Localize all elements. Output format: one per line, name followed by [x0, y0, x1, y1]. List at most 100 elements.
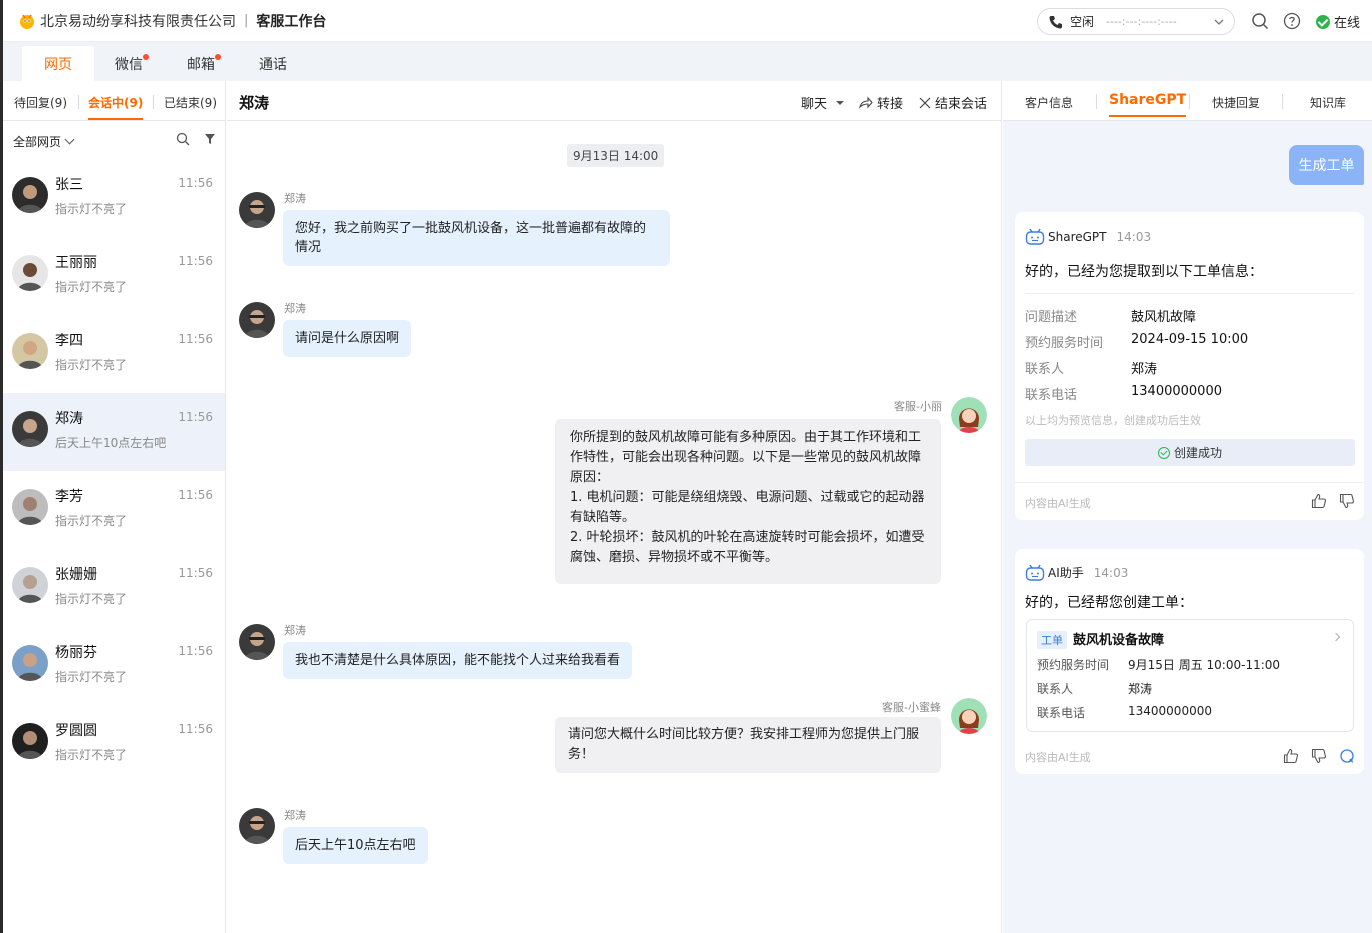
contact-name: 罗圆圆	[55, 723, 97, 739]
contact-name: 李芳	[55, 489, 83, 505]
field-label: 问题描述	[1025, 310, 1078, 325]
bot-name: ShareGPT	[1048, 229, 1107, 244]
tab-web-label: 网页	[44, 56, 72, 73]
tab-pending[interactable]: 待回复(9)	[14, 94, 67, 111]
card-header: AI助手 14:03	[1025, 564, 1128, 581]
tab-quick-reply[interactable]: 快捷回复	[1212, 94, 1260, 111]
contact-item[interactable]: 李芳 11:56 指示灯不亮了	[3, 471, 225, 549]
contact-item[interactable]: 李四 11:56 指示灯不亮了	[3, 315, 225, 393]
online-status[interactable]: 在线	[1316, 12, 1360, 31]
generate-ticket-button[interactable]: 生成工单	[1289, 145, 1364, 185]
contact-item[interactable]: 王丽丽 11:56 指示灯不亮了	[3, 237, 225, 315]
tab-wechat-label: 微信	[115, 56, 143, 73]
divider	[78, 95, 79, 109]
avatar	[12, 489, 48, 525]
avatar	[12, 177, 48, 213]
divider	[1096, 94, 1097, 109]
avatar[interactable]	[239, 192, 275, 228]
company-name: 北京易动纷享科技有限责任公司	[40, 13, 236, 30]
session-status-tabs: 待回复(9) 会话中(9) 已结束(9)	[3, 81, 225, 121]
caret-down-icon	[836, 100, 845, 105]
thumbs-down-icon[interactable]	[1311, 748, 1327, 764]
avatar	[12, 411, 48, 447]
avatar	[12, 333, 48, 369]
field-value: 2024-09-15 10:00	[1131, 332, 1249, 347]
chat-mode-dropdown[interactable]: 聊天	[801, 93, 849, 112]
end-session-button[interactable]: 结束会话	[919, 93, 987, 112]
regenerate-icon[interactable]	[1339, 748, 1355, 764]
field-label: 联系人	[1025, 362, 1065, 377]
tab-ended[interactable]: 已结束(9)	[164, 94, 217, 111]
tab-web[interactable]: 网页	[22, 46, 94, 81]
card-lead-text: 好的，已经帮您创建工单：	[1025, 595, 1193, 611]
bot-name: AI助手	[1048, 566, 1084, 580]
tab-wechat[interactable]: 微信	[93, 46, 165, 81]
contact-name: 李四	[55, 333, 83, 349]
top-bar: 北京易动纷享科技有限责任公司 | 客服工作台 空闲 ----:---:----:…	[3, 0, 1372, 42]
thumbs-up-icon[interactable]	[1283, 748, 1299, 764]
field-label: 联系电话	[1037, 706, 1086, 720]
field-value: 13400000000	[1131, 384, 1222, 399]
phone-icon	[1049, 15, 1062, 28]
contact-list: 张三 11:56 指示灯不亮了 王丽丽 11:56 指示灯不亮了 李四 11:56 指示灯不亮了…	[3, 159, 225, 783]
robot-icon	[1025, 228, 1045, 245]
contact-item[interactable]: 张三 11:56 指示灯不亮了	[3, 159, 225, 237]
transfer-icon	[859, 96, 873, 109]
app-title: 客服工作台	[256, 13, 327, 30]
ticket-card[interactable]: 工单 鼓风机设备故障 预约服务时间 9月15日 周五 10:00-11:00 联…	[1026, 619, 1354, 732]
contact-preview: 指示灯不亮了	[55, 592, 128, 606]
transfer-label: 转接	[877, 97, 904, 112]
message-sender: 客服-小蜜蜂	[882, 701, 941, 714]
agent-avatar[interactable]	[951, 397, 987, 433]
message-time: 14:03	[1093, 565, 1129, 580]
tab-in-session[interactable]: 会话中(9)	[88, 94, 144, 120]
success-label: 创建成功	[1173, 446, 1222, 460]
contact-item[interactable]: 张姗姗 11:56 指示灯不亮了	[3, 549, 225, 627]
search-icon[interactable]	[176, 132, 190, 146]
avatar	[12, 645, 48, 681]
filter-dropdown[interactable]: 全部网页	[13, 133, 75, 150]
robot-icon	[1025, 564, 1045, 581]
ai-assistant-card: AI助手 14:03 好的，已经帮您创建工单： 工单 鼓风机设备故障 预约服务时…	[1015, 549, 1364, 774]
help-icon[interactable]	[1283, 12, 1301, 30]
avatar[interactable]	[239, 302, 275, 338]
search-icon[interactable]	[1251, 12, 1269, 30]
contact-preview: 后天上午10点左右吧	[55, 436, 167, 450]
avatar	[12, 255, 48, 291]
end-session-label: 结束会话	[935, 97, 988, 112]
tab-sharegpt[interactable]: ShareGPT	[1109, 92, 1187, 117]
contact-preview: 指示灯不亮了	[55, 202, 128, 216]
contact-preview: 指示灯不亮了	[55, 670, 128, 684]
contact-item[interactable]: 杨丽芬 11:56 指示灯不亮了	[3, 627, 225, 705]
call-timer: ----:---:----:----	[1106, 15, 1177, 28]
avatar[interactable]	[239, 808, 275, 844]
date-divider: 9月13日 14:00	[567, 144, 665, 167]
filter-label: 全部网页	[13, 135, 62, 149]
avatar[interactable]	[239, 624, 275, 660]
contact-time: 11:56	[178, 410, 213, 424]
card-header: ShareGPT 14:03	[1025, 228, 1151, 245]
online-check-icon	[1316, 14, 1330, 29]
contact-time: 11:56	[178, 176, 213, 190]
thumbs-down-icon[interactable]	[1339, 493, 1355, 509]
transfer-button[interactable]: 转接	[859, 93, 903, 112]
create-success-indicator: 创建成功	[1025, 439, 1355, 466]
avatar	[12, 567, 48, 603]
filter-icon[interactable]	[203, 132, 217, 146]
chat-panel: 郑涛 聊天 转接 结束会话 9月13日 14:00 郑涛 您好，我之前购买了一批…	[227, 81, 1002, 933]
contact-name: 王丽丽	[55, 255, 97, 271]
tab-call-label: 通话	[259, 56, 287, 73]
agent-avatar[interactable]	[951, 698, 987, 734]
preview-hint: 以上均为预览信息，创建成功后生效	[1025, 414, 1201, 427]
session-list-panel: 待回复(9) 会话中(9) 已结束(9) 全部网页 张三 11:56 指示灯不亮了王…	[3, 81, 226, 933]
thumbs-up-icon[interactable]	[1311, 493, 1327, 509]
contact-item[interactable]: 郑涛 11:56 后天上午10点左右吧	[3, 393, 225, 471]
divider	[1025, 293, 1355, 294]
tab-email[interactable]: 邮箱	[165, 46, 237, 81]
contact-item[interactable]: 罗圆圆 11:56 指示灯不亮了	[3, 705, 225, 783]
tab-call[interactable]: 通话	[237, 46, 309, 81]
tab-customer-info[interactable]: 客户信息	[1025, 94, 1073, 111]
tab-knowledge-base[interactable]: 知识库	[1310, 94, 1346, 111]
contact-time: 11:56	[178, 566, 213, 580]
call-status-dropdown[interactable]: 空闲 ----:---:----:----	[1037, 8, 1235, 35]
